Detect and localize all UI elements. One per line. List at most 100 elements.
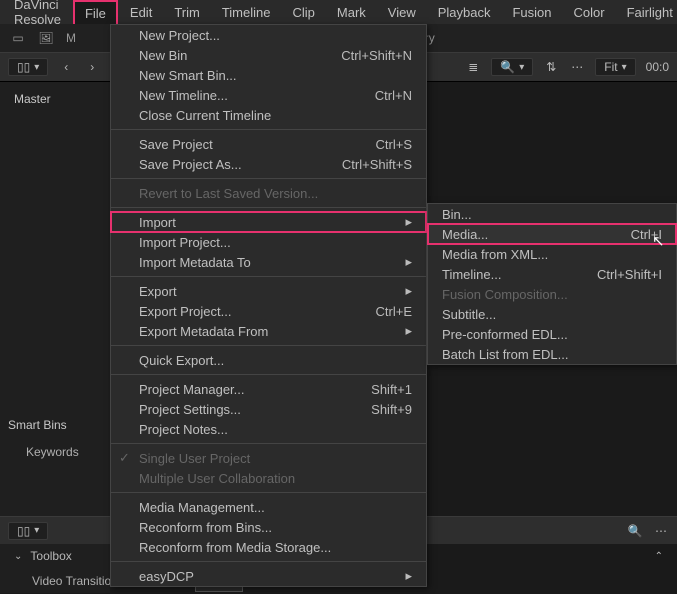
menu-item-import[interactable]: Import▸ (111, 212, 426, 232)
menu-item-save-project-as[interactable]: Save Project As...Ctrl+Shift+S (111, 154, 426, 174)
menu-clip[interactable]: Clip (282, 0, 324, 24)
shortcut-label: Ctrl+E (376, 304, 412, 319)
menu-item-easydcp[interactable]: easyDCP▸ (111, 566, 426, 586)
submenu-item-pre-conformed-edl[interactable]: Pre-conformed EDL... (428, 324, 676, 344)
shortcut-label: Ctrl+I (631, 227, 662, 242)
menu-item-new-project[interactable]: New Project... (111, 25, 426, 45)
search-icon[interactable]: 🔍 (627, 523, 643, 539)
menu-item-label: Reconform from Bins... (139, 520, 272, 535)
menu-separator (111, 345, 426, 346)
menu-item-project-notes[interactable]: Project Notes... (111, 419, 426, 439)
timecode: 00:0 (646, 60, 669, 74)
shortcut-label: Ctrl+Shift+N (341, 48, 412, 63)
toolbox-label: Toolbox (30, 549, 71, 563)
menu-separator (111, 207, 426, 208)
shortcut-label: Ctrl+N (375, 88, 412, 103)
menu-item-label: Project Settings... (139, 402, 241, 417)
menu-item-export[interactable]: Export ▸ (111, 281, 426, 301)
menu-item-export-metadata-from[interactable]: Export Metadata From▸ (111, 321, 426, 341)
layout-icon[interactable]: ▭ (10, 30, 26, 46)
menu-item-label: Save Project (139, 137, 213, 152)
menu-item-reconform-from-media-storage[interactable]: Reconform from Media Storage... (111, 537, 426, 557)
menu-mark[interactable]: Mark (327, 0, 376, 24)
menu-item-label: New Smart Bin... (139, 68, 237, 83)
master-bin[interactable]: Master (0, 82, 110, 116)
submenu-item-label: Bin... (442, 207, 472, 222)
submenu-item-label: Fusion Composition... (442, 287, 568, 302)
menu-item-new-timeline[interactable]: New Timeline...Ctrl+N (111, 85, 426, 105)
menu-item-quick-export[interactable]: Quick Export... (111, 350, 426, 370)
menu-color[interactable]: Color (564, 0, 615, 24)
menu-item-label: Export (139, 284, 177, 299)
menu-edit[interactable]: Edit (120, 0, 162, 24)
import-submenu: Bin... Media...Ctrl+I Media from XML... Tim… (427, 203, 677, 365)
menu-trim[interactable]: Trim (164, 0, 210, 24)
menu-fusion[interactable]: Fusion (502, 0, 561, 24)
menu-item-label: Media Management... (139, 500, 265, 515)
media-pool-icon[interactable]: 🖼 (38, 30, 54, 46)
shortcut-label: Ctrl+Shift+S (342, 157, 412, 172)
menu-item-label: Quick Export... (139, 353, 224, 368)
menu-item-import-project[interactable]: Import Project... (111, 232, 426, 252)
submenu-item-subtitle[interactable]: Subtitle... (428, 304, 676, 324)
menubar: DaVinci Resolve File Edit Trim Timeline … (0, 0, 677, 24)
menu-item-new-smart-bin[interactable]: New Smart Bin... (111, 65, 426, 85)
menu-playback[interactable]: Playback (428, 0, 501, 24)
submenu-arrow-icon: ▸ (405, 283, 412, 299)
menu-item-label: Project Manager... (139, 382, 245, 397)
fit-select[interactable]: Fit▾ (595, 58, 635, 76)
menu-item-label: New Bin (139, 48, 187, 63)
submenu-item-bin[interactable]: Bin... (428, 204, 676, 224)
layout-select[interactable]: ▯▯▾ (8, 58, 48, 76)
check-icon: ✓ (119, 450, 130, 466)
keywords-bin[interactable]: Keywords (0, 435, 105, 469)
menu-item-label: Single User Project (139, 451, 250, 466)
shortcut-label: Shift+9 (371, 402, 412, 417)
submenu-arrow-icon: ▸ (405, 323, 412, 339)
menu-separator (111, 276, 426, 277)
menu-item-reconform-from-bins[interactable]: Reconform from Bins... (111, 517, 426, 537)
more-icon[interactable]: ⋯ (569, 59, 585, 75)
menu-item-label: New Project... (139, 28, 220, 43)
menu-item-project-settings[interactable]: Project Settings... Shift+9 (111, 399, 426, 419)
menu-item-label: Import Project... (139, 235, 231, 250)
menu-view[interactable]: View (378, 0, 426, 24)
submenu-item-media[interactable]: Media...Ctrl+I (428, 224, 676, 244)
menu-item-label: Revert to Last Saved Version... (139, 186, 318, 201)
menu-separator (111, 561, 426, 562)
menu-item-revert-to-last-saved-version: Revert to Last Saved Version... (111, 183, 426, 203)
submenu-item-batch-list-from-edl[interactable]: Batch List from EDL... (428, 344, 676, 364)
menu-file[interactable]: File (73, 0, 118, 24)
submenu-item-label: Pre-conformed EDL... (442, 327, 568, 342)
media-label: M (66, 31, 76, 45)
submenu-item-label: Media from XML... (442, 247, 548, 262)
submenu-item-media-from-xml[interactable]: Media from XML... (428, 244, 676, 264)
more-icon-2[interactable]: ⋯ (653, 523, 669, 539)
app-title: DaVinci Resolve (4, 0, 71, 27)
menu-separator (111, 374, 426, 375)
submenu-item-timeline[interactable]: Timeline...Ctrl+Shift+I (428, 264, 676, 284)
menu-timeline[interactable]: Timeline (212, 0, 281, 24)
menu-item-export-project[interactable]: Export Project...Ctrl+E (111, 301, 426, 321)
menu-fairlight[interactable]: Fairlight (617, 0, 677, 24)
menu-item-close-current-timeline[interactable]: Close Current Timeline (111, 105, 426, 125)
nav-back[interactable]: ‹ (58, 59, 74, 75)
menu-item-import-metadata-to[interactable]: Import Metadata To ▸ (111, 252, 426, 272)
menu-item-label: Reconform from Media Storage... (139, 540, 331, 555)
submenu-arrow-icon: ▸ (405, 254, 412, 270)
menu-item-label: Import Metadata To (139, 255, 251, 270)
menu-item-media-management[interactable]: Media Management... (111, 497, 426, 517)
list-view-icon[interactable]: ≣ (465, 59, 481, 75)
menu-separator (111, 492, 426, 493)
submenu-item-fusion-composition: Fusion Composition... (428, 284, 676, 304)
menu-item-label: Project Notes... (139, 422, 228, 437)
menu-item-save-project[interactable]: Save Project Ctrl+S (111, 134, 426, 154)
nav-fwd[interactable]: › (84, 59, 100, 75)
menu-item-new-bin[interactable]: New Bin Ctrl+Shift+N (111, 45, 426, 65)
shortcut-label: Ctrl+S (376, 137, 412, 152)
menu-item-project-manager[interactable]: Project Manager...Shift+1 (111, 379, 426, 399)
panel-layout-select[interactable]: ▯▯▾ (8, 522, 48, 540)
menu-item-label: Import (139, 215, 176, 230)
sort-icon[interactable]: ⇅ (543, 59, 559, 75)
search-select[interactable]: 🔍▾ (491, 58, 533, 76)
